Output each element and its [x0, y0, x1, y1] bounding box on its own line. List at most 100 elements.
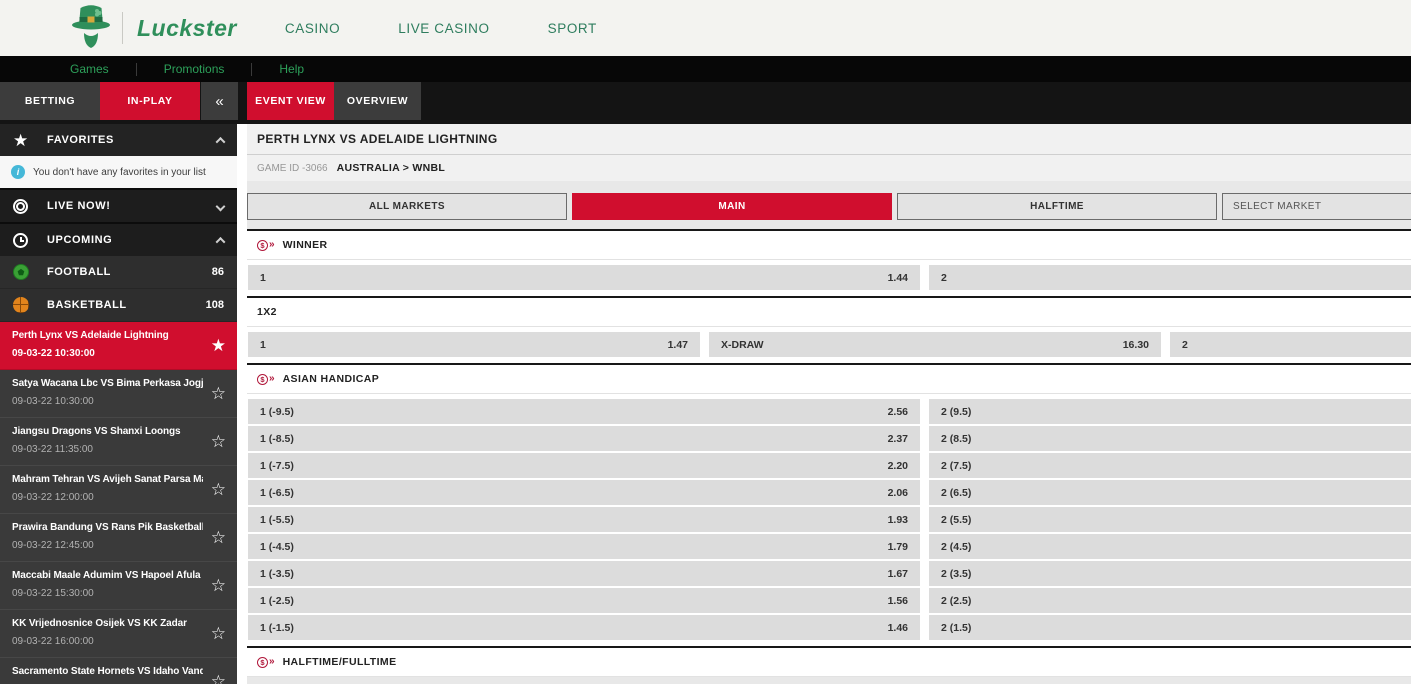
- match-list-item[interactable]: Sacramento State Hornets VS Idaho Vandal…: [0, 658, 237, 684]
- market-title: 1X2: [257, 306, 277, 318]
- nav-link-games[interactable]: Games: [70, 62, 109, 76]
- selection-label: 2 (6.5): [941, 487, 971, 499]
- sidebar-item-football[interactable]: ⬟ FOOTBALL 86: [0, 256, 237, 289]
- match-list-item[interactable]: Satya Wacana Lbc VS Bima Perkasa Jogja 0…: [0, 370, 237, 418]
- nav-link-help[interactable]: Help: [279, 62, 304, 76]
- match-list-item[interactable]: Prawira Bandung VS Rans Pik Basketball C…: [0, 514, 237, 562]
- odds-value: 16.30: [1123, 339, 1149, 351]
- strip-gap: [238, 82, 247, 120]
- sidebar-collapse-icon[interactable]: «: [201, 82, 238, 120]
- match-time: 09-03-22 16:00:00: [12, 636, 203, 647]
- market-filter-button[interactable]: SELECT MARKET: [1222, 193, 1411, 220]
- tab-overview[interactable]: OVERVIEW: [334, 82, 421, 120]
- match-list-item[interactable]: KK Vrijednosnice Osijek VS KK Zadar 09-0…: [0, 610, 237, 658]
- brand-name[interactable]: Luckster: [137, 15, 237, 42]
- favorite-star-icon[interactable]: [211, 576, 226, 596]
- selection-label: 2 (1.5): [941, 622, 971, 634]
- odds-button[interactable]: 2 (6.5): [929, 480, 1411, 505]
- favorite-star-icon[interactable]: [211, 480, 226, 500]
- cashout-icon: $ »: [257, 374, 275, 385]
- match-name: Perth Lynx VS Adelaide Lightning: [12, 330, 203, 341]
- odds-button[interactable]: 2: [1170, 332, 1411, 357]
- odds-button[interactable]: 1 (-8.5) 2.37: [248, 426, 920, 451]
- selection-label: 2 (4.5): [941, 541, 971, 553]
- odds-button[interactable]: 2 (3.5): [929, 561, 1411, 586]
- luckster-logo-icon[interactable]: [70, 4, 112, 52]
- odds-button[interactable]: 1 1.47: [248, 332, 700, 357]
- odds-button[interactable]: 2 (5.5): [929, 507, 1411, 532]
- nav-link[interactable]: SPORT: [548, 21, 597, 36]
- odds-button[interactable]: 1 1.44: [248, 265, 920, 290]
- clock-icon: [13, 233, 28, 248]
- market-halftime-fulltime-header[interactable]: $ » HALFTIME/FULLTIME: [247, 648, 1411, 677]
- market-filter-button[interactable]: HALFTIME: [897, 193, 1217, 220]
- market-filter-bar: ALL MARKETS MAIN HALFTIME SELECT MARKET: [247, 193, 1411, 220]
- odds-value: 2.37: [888, 433, 908, 445]
- odds-button[interactable]: 1 (-7.5) 2.20: [248, 453, 920, 478]
- nav-link-promotions[interactable]: Promotions: [164, 62, 225, 76]
- market-filter-button[interactable]: ALL MARKETS: [247, 193, 567, 220]
- odds-value: 2.20: [888, 460, 908, 472]
- odds-button[interactable]: 1 (-6.5) 2.06: [248, 480, 920, 505]
- favorite-star-icon[interactable]: [211, 528, 226, 548]
- match-time: 09-03-22 10:30:00: [12, 396, 203, 407]
- favorite-star-icon[interactable]: [211, 672, 226, 684]
- match-list-item[interactable]: Jiangsu Dragons VS Shanxi Loongs 09-03-2…: [0, 418, 237, 466]
- sport-count: 108: [206, 299, 224, 311]
- market-asian-handicap-header[interactable]: $ » ASIAN HANDICAP: [247, 365, 1411, 394]
- match-list-item[interactable]: Maccabi Maale Adumim VS Hapoel Afula 09-…: [0, 562, 237, 610]
- favorite-star-icon[interactable]: [211, 384, 226, 404]
- odds-button[interactable]: 1 (-3.5) 1.67: [248, 561, 920, 586]
- odds-button[interactable]: 2 (7.5): [929, 453, 1411, 478]
- market-1x2-header[interactable]: 1X2: [247, 298, 1411, 327]
- upcoming-header[interactable]: UPCOMING: [0, 222, 237, 256]
- selection-label: 2 (8.5): [941, 433, 971, 445]
- market-filter-button[interactable]: MAIN: [572, 193, 892, 220]
- odds-button[interactable]: 1 (-2.5) 1.56: [248, 588, 920, 613]
- nav-link[interactable]: LIVE CASINO: [398, 21, 489, 36]
- odds-button[interactable]: 1 (-5.5) 1.93: [248, 507, 920, 532]
- odds-button[interactable]: 2 (9.5): [929, 399, 1411, 424]
- odds-row: 1 (-4.5) 1.79 2 (4.5): [248, 534, 1411, 559]
- live-now-header[interactable]: LIVE NOW!: [0, 188, 237, 222]
- tab-strip: BETTING IN-PLAY « EVENT VIEW OVERVIEW: [0, 82, 1411, 120]
- match-name: Sacramento State Hornets VS Idaho Vandal…: [12, 666, 203, 677]
- favorites-title: FAVORITES: [47, 134, 217, 146]
- odds-value: 1.67: [888, 568, 908, 580]
- odds-button[interactable]: 2 (4.5): [929, 534, 1411, 559]
- selection-label: 1 (-7.5): [260, 460, 294, 472]
- favorite-star-icon[interactable]: [211, 336, 226, 356]
- odds-button[interactable]: 1 (-9.5) 2.56: [248, 399, 920, 424]
- chevron-up-icon[interactable]: [216, 136, 226, 146]
- favorites-header[interactable]: ★ FAVORITES: [0, 124, 237, 156]
- odds-button[interactable]: 2 (2.5): [929, 588, 1411, 613]
- match-name: KK Vrijednosnice Osijek VS KK Zadar: [12, 618, 203, 629]
- live-bullseye-icon: [13, 199, 28, 214]
- game-meta-bar: GAME ID -3066 AUSTRALIA > WNBL: [247, 155, 1411, 181]
- odds-button[interactable]: 2 (1.5): [929, 615, 1411, 640]
- tab-inplay[interactable]: IN-PLAY: [100, 82, 200, 120]
- odds-button[interactable]: 2 (8.5): [929, 426, 1411, 451]
- chevron-down-icon[interactable]: [216, 201, 226, 211]
- match-name: Maccabi Maale Adumim VS Hapoel Afula: [12, 570, 203, 581]
- market-winner-header[interactable]: $ » WINNER: [247, 231, 1411, 260]
- secondary-nav: Games Promotions Help: [0, 56, 1411, 82]
- match-list-item[interactable]: Mahram Tehran VS Avijeh Sanat Parsa Mash…: [0, 466, 237, 514]
- nav-link[interactable]: CASINO: [285, 21, 340, 36]
- favorite-star-icon[interactable]: [211, 432, 226, 452]
- chevron-up-icon[interactable]: [216, 236, 226, 246]
- match-list-item[interactable]: Perth Lynx VS Adelaide Lightning 09-03-2…: [0, 322, 237, 370]
- odds-button[interactable]: 2: [929, 265, 1411, 290]
- match-time: 09-03-22 11:35:00: [12, 444, 203, 455]
- odds-button[interactable]: X-DRAW 16.30: [709, 332, 1161, 357]
- sidebar-item-basketball[interactable]: BASKETBALL 108: [0, 289, 237, 322]
- odds-button[interactable]: 1 (-1.5) 1.46: [248, 615, 920, 640]
- favorite-star-icon[interactable]: [211, 624, 226, 644]
- odds-button[interactable]: 1 (-4.5) 1.79: [248, 534, 920, 559]
- tab-betting[interactable]: BETTING: [0, 82, 100, 120]
- match-time: 09-03-22 10:30:00: [12, 348, 203, 359]
- nav-divider: [136, 63, 137, 76]
- favorites-empty-message: You don't have any favorites in your lis…: [33, 167, 206, 178]
- tab-event-view[interactable]: EVENT VIEW: [247, 82, 334, 120]
- selection-label: 2 (3.5): [941, 568, 971, 580]
